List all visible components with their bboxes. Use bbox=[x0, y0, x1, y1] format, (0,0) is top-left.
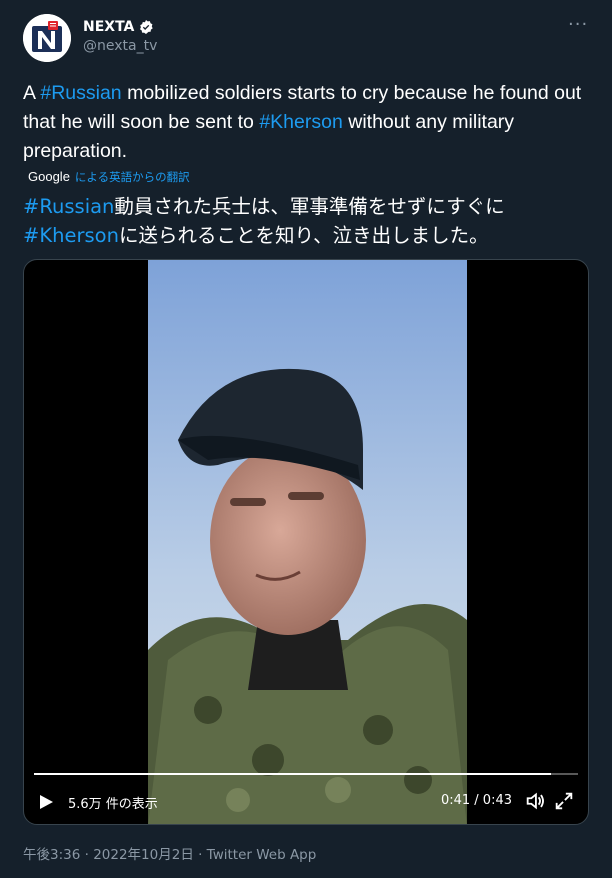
translation-label[interactable]: による英語からの翻訳 bbox=[75, 169, 190, 185]
video-progress-fill bbox=[34, 773, 551, 775]
translated-text: #Russian動員された兵士は、軍事準備をせずにすぐに #Khersonに送られ… bbox=[23, 192, 593, 250]
tweet-timestamp[interactable]: 午後3:36 · 2022年10月2日 · Twitter Web App bbox=[23, 843, 316, 863]
fullscreen-button[interactable] bbox=[553, 790, 575, 816]
fullscreen-icon bbox=[555, 792, 573, 810]
text-segment: 動員された兵士は、軍事準備をせずにすぐに bbox=[114, 195, 505, 218]
volume-icon bbox=[526, 792, 544, 810]
play-icon bbox=[40, 795, 53, 809]
volume-button[interactable] bbox=[524, 790, 546, 816]
google-label: Google bbox=[28, 169, 70, 184]
verified-badge-icon bbox=[140, 20, 154, 34]
nexta-logo-icon bbox=[23, 14, 71, 62]
hashtag-link[interactable]: #Russian bbox=[40, 82, 121, 104]
author-handle[interactable]: @nexta_tv bbox=[83, 38, 157, 54]
more-horizontal-icon[interactable]: ··· bbox=[568, 14, 588, 35]
view-count: 5.6万 件の表示 bbox=[68, 797, 158, 812]
tweet-text: A #Russian mobilized soldiers starts to … bbox=[23, 79, 593, 166]
video-frame bbox=[148, 260, 467, 824]
translation-attribution: Google による英語からの翻訳 bbox=[28, 169, 190, 185]
hashtag-link[interactable]: #Russian bbox=[23, 195, 114, 218]
hashtag-link[interactable]: #Kherson bbox=[259, 111, 342, 133]
author-name-row[interactable]: NEXTA bbox=[83, 19, 154, 35]
hashtag-link[interactable]: #Kherson bbox=[23, 224, 119, 247]
author-name[interactable]: NEXTA bbox=[83, 19, 134, 35]
text-segment: A bbox=[23, 82, 41, 104]
video-progress-bar[interactable] bbox=[34, 773, 578, 775]
video-player[interactable]: 5.6万 件の表示 0:41 / 0:43 bbox=[23, 259, 589, 825]
video-time: 0:41 / 0:43 bbox=[440, 793, 512, 808]
text-segment: に送られることを知り、泣き出しました。 bbox=[118, 224, 489, 247]
play-button[interactable] bbox=[37, 793, 55, 815]
avatar[interactable] bbox=[23, 14, 71, 62]
